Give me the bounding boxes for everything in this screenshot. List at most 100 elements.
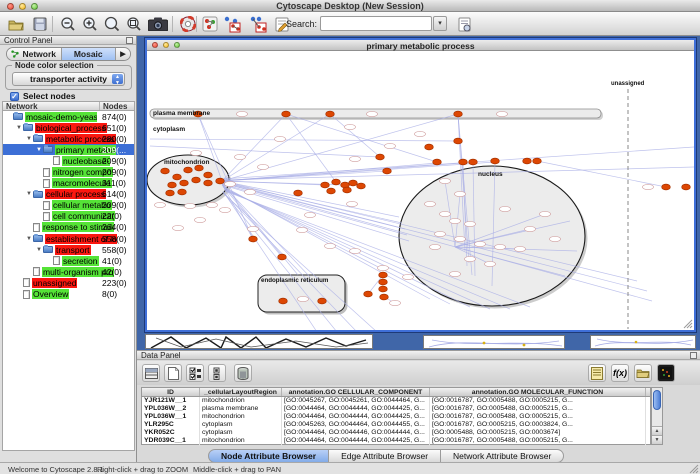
network-node[interactable] (161, 168, 170, 174)
network-node[interactable] (662, 184, 671, 190)
network-node[interactable] (192, 177, 201, 183)
table-row[interactable]: YPL036W__1mitochondrion[GO:0044464, GO:0… (142, 413, 650, 421)
table-cell[interactable]: [GO:0045267, GO:0045261, GO:0044464, G..… (282, 397, 430, 405)
scrollbar-thumb[interactable] (653, 390, 661, 410)
tree-item-response-to-stimulu[interactable]: response to stimulu264(0) (3, 222, 134, 233)
network-node[interactable] (168, 182, 177, 188)
network-node[interactable] (173, 174, 182, 180)
table-row[interactable]: YPL036W__2plasma membrane[GO:0044464, GO… (142, 405, 650, 413)
network-node[interactable] (178, 189, 187, 195)
tab-edge-attribute-browser[interactable]: Edge Attribute Browser (329, 449, 441, 463)
column-header[interactable]: annotation.GO MOLECULAR_FUNCTION (430, 388, 646, 396)
column-header[interactable]: ID (142, 388, 200, 396)
table-cell[interactable]: [GO:0005488, GO:0005215, GO:0003674] (430, 429, 646, 437)
table-cell[interactable]: mitochondrion (200, 437, 282, 445)
select-nodes-checkbox[interactable]: ✓ (10, 92, 19, 101)
table-scrollbar[interactable]: ▲ ▼ (651, 387, 663, 445)
zoom-fit-icon[interactable] (102, 14, 122, 34)
table-cell[interactable]: mitochondrion (200, 397, 282, 405)
network-node[interactable] (279, 298, 288, 304)
network-node[interactable] (180, 180, 189, 186)
scroll-down-icon[interactable]: ▼ (652, 435, 662, 444)
network-node[interactable] (682, 184, 691, 190)
overview-icon[interactable] (200, 14, 220, 34)
table-cell[interactable]: YDR039C__1 (142, 437, 200, 445)
unselect-attributes-icon[interactable] (208, 364, 226, 382)
tree-item-nucleobase-[interactable]: nucleobase-209(0) (3, 155, 134, 166)
zoom-out-icon[interactable] (58, 14, 78, 34)
import-attributes-icon[interactable] (634, 364, 652, 382)
network-node[interactable] (321, 182, 330, 188)
select-attributes-icon[interactable] (186, 364, 204, 382)
edit-network-icon[interactable] (222, 14, 242, 34)
table-cell[interactable]: YJR121W__1 (142, 397, 200, 405)
table-cell[interactable]: YPL036W__2 (142, 405, 200, 413)
tree-item-cell-communicat[interactable]: cell communicat22(0) (3, 211, 134, 222)
delete-attribute-icon[interactable] (234, 364, 252, 382)
tree-item-mosaic-demo-yeast[interactable]: mosaic-demo-yeast874(0) (3, 111, 134, 122)
network-view-window[interactable]: primary metabolic process plasma membran… (145, 38, 696, 332)
network-node[interactable] (294, 190, 303, 196)
snapshot-icon[interactable] (146, 14, 170, 34)
search-dropdown-button[interactable]: ▾ (433, 16, 447, 31)
table-cell[interactable]: [GO:0016787, GO:0005488, GO:0005215, G..… (430, 397, 646, 405)
network-node[interactable] (349, 180, 358, 186)
tree-item-cellular-metabo[interactable]: cellular metabo209(0) (3, 200, 134, 211)
tree-item-unassigned[interactable]: unassigned223(0) (3, 277, 134, 288)
table-row[interactable]: YJR121W__1mitochondrion[GO:0045267, GO:0… (142, 397, 650, 405)
network-node[interactable] (379, 286, 388, 292)
tree-header-network[interactable]: Network (3, 102, 100, 110)
tree-expand-icon[interactable]: ▼ (35, 147, 43, 153)
network-node[interactable] (433, 159, 442, 165)
formula-icon[interactable]: f(x) (611, 364, 629, 382)
tab-network[interactable]: Network (7, 48, 62, 60)
edit-network-alt-icon[interactable] (248, 14, 268, 34)
table-cell[interactable]: [GO:0044464, GO:0044444, GO:0044425, G..… (282, 413, 430, 421)
tree-expand-icon[interactable]: ▼ (25, 191, 33, 197)
network-node[interactable] (523, 158, 532, 164)
search-input[interactable] (320, 16, 432, 31)
tree-item-secretion[interactable]: secretion41(0) (3, 255, 134, 266)
background-window-sliver[interactable] (145, 334, 373, 349)
network-node[interactable] (380, 294, 389, 300)
tree-item-multi-organism-pro[interactable]: multi-organism pro42(0) (3, 266, 134, 277)
network-node[interactable] (379, 279, 388, 285)
network-node[interactable] (383, 168, 392, 174)
table-cell[interactable]: YPL036W__1 (142, 413, 200, 421)
open-icon[interactable] (6, 14, 26, 34)
table-cell[interactable]: cytoplasm (200, 429, 282, 437)
resize-grip-icon[interactable] (683, 319, 693, 329)
help-icon[interactable] (178, 14, 198, 34)
table-cell[interactable]: [GO:0016787, GO:0005215, GO:0003824, G..… (430, 421, 646, 429)
column-header[interactable]: annotation.GO CELLULAR_COMPONENT (282, 388, 430, 396)
network-node[interactable] (469, 159, 478, 165)
new-attribute-icon[interactable] (164, 364, 182, 382)
network-canvas[interactable]: plasma membranecytoplasmmitochondrionnuc… (147, 51, 694, 330)
network-node[interactable] (376, 154, 385, 160)
tree-item-metabolic-process[interactable]: ▼metabolic process280(0) (3, 133, 134, 144)
tree-expand-icon[interactable]: ▼ (25, 236, 33, 242)
network-node[interactable] (282, 111, 291, 117)
zoom-selected-icon[interactable] (124, 14, 144, 34)
tree-expand-icon[interactable]: ▼ (25, 136, 33, 142)
network-node[interactable] (454, 138, 463, 144)
tree-header-nodes[interactable]: Nodes (100, 102, 127, 110)
network-node[interactable] (216, 178, 225, 184)
network-node[interactable] (326, 111, 335, 117)
network-node[interactable] (249, 236, 258, 242)
network-node[interactable] (491, 158, 500, 164)
tree-item-primary-metabo[interactable]: ▼primary metabo209(... (3, 144, 134, 155)
network-node[interactable] (166, 190, 175, 196)
table-cell[interactable]: [GO:0044464, GO:0044444, GO:0044425, G..… (282, 405, 430, 413)
tab-network-attribute-browser[interactable]: Network Attribute Browser (441, 449, 564, 463)
table-cell[interactable]: YKR052C (142, 429, 200, 437)
zoom-in-icon[interactable] (80, 14, 100, 34)
network-node[interactable] (278, 254, 287, 260)
search-options-icon[interactable] (455, 14, 475, 34)
table-cell[interactable]: [GO:0045263, GO:0044464, GO:0044455, G..… (282, 421, 430, 429)
notes-icon[interactable] (588, 364, 606, 382)
network-node[interactable] (459, 159, 468, 165)
table-cell[interactable]: [GO:0044464, GO:0044444, GO:0044425, G..… (282, 437, 430, 445)
network-node[interactable] (533, 158, 542, 164)
table-cell[interactable]: YLR295C (142, 421, 200, 429)
